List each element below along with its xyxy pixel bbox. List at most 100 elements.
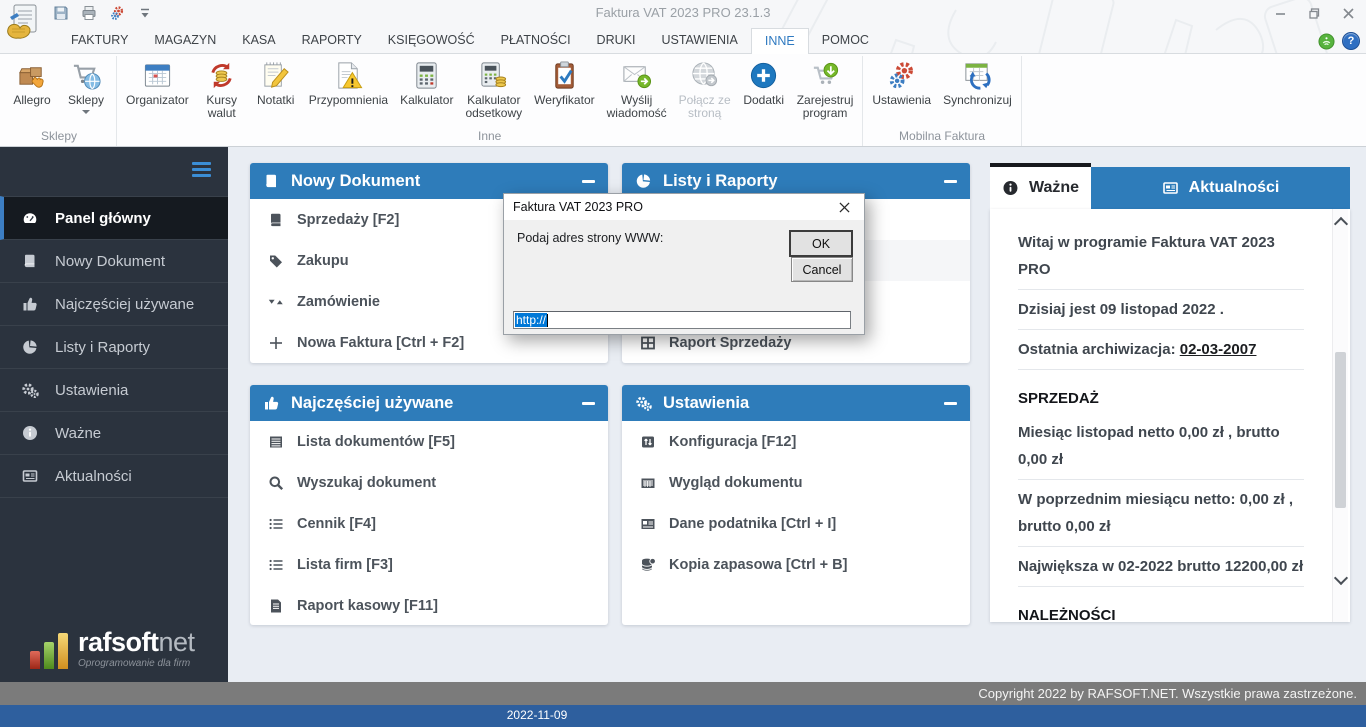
- sidebar-item-wazne[interactable]: Ważne: [0, 412, 228, 455]
- rafsoft-logo: rafsoftnet Oprogramowanie dla firm: [0, 618, 195, 680]
- verifier-icon: [549, 58, 580, 92]
- ok-button[interactable]: OK: [789, 230, 853, 257]
- scroll-up-icon[interactable]: [1333, 216, 1349, 232]
- tab-raporty[interactable]: RAPORTY: [289, 28, 375, 53]
- ribbon-item-label: Notatki: [257, 93, 295, 107]
- panel-item-label: Nowa Faktura [Ctrl + F2]: [297, 334, 465, 351]
- save-icon[interactable]: [52, 4, 70, 22]
- panel-item-lista-firm-f3[interactable]: Lista firm [F3]: [250, 544, 608, 585]
- ribbon-group-label: Sklepy: [40, 129, 78, 143]
- tab-faktury[interactable]: FAKTURY: [58, 28, 141, 53]
- panel-item-raport-kasowy-f11[interactable]: Raport kasowy [F11]: [250, 585, 608, 625]
- hamburger-menu-icon[interactable]: [192, 162, 211, 180]
- ribbon-item-label: Kalkulator: [400, 93, 454, 107]
- tab-label: Ważne: [1028, 179, 1080, 196]
- sidebar-item-panel-glowny[interactable]: Panel główny: [0, 196, 228, 240]
- sidebar-item-label: Listy i Raporty: [55, 338, 151, 356]
- backup-icon: [639, 556, 658, 573]
- tab-kasa[interactable]: KASA: [229, 28, 288, 53]
- pie-chart-icon: [21, 339, 40, 356]
- plus-icon: [267, 334, 286, 351]
- tab-inne[interactable]: INNE: [750, 28, 809, 54]
- tab-ustawienia[interactable]: USTAWIENIA: [648, 28, 750, 53]
- grid-icon: [639, 334, 658, 351]
- collapse-icon[interactable]: [582, 401, 595, 405]
- sidebar-item-ustawienia[interactable]: Ustawienia: [0, 369, 228, 412]
- status-bar: 2022-11-09: [0, 705, 1366, 727]
- scroll-down-icon[interactable]: [1333, 570, 1349, 586]
- sidebar-item-nowy-dokument[interactable]: Nowy Dokument: [0, 240, 228, 283]
- window-controls: [1270, 4, 1358, 22]
- tag-icon: [267, 252, 286, 269]
- collapse-icon[interactable]: [944, 179, 957, 183]
- ribbon-kalkulator[interactable]: Kalkulator: [394, 56, 459, 107]
- ribbon-weryfikator[interactable]: Weryfikator: [528, 56, 600, 107]
- cancel-button[interactable]: Cancel: [791, 257, 853, 282]
- sidebar-item-label: Ustawienia: [55, 381, 129, 399]
- collapse-icon[interactable]: [582, 179, 595, 183]
- sidebar-item-label: Ważne: [55, 424, 102, 442]
- dialog-close-icon[interactable]: [824, 194, 864, 220]
- customize-toolbar-icon[interactable]: [136, 4, 154, 22]
- collapse-icon[interactable]: [944, 401, 957, 405]
- ribbon-kursy-walut[interactable]: Kursy walut: [195, 56, 249, 120]
- panel-item-label: Dane podatnika [Ctrl + I]: [669, 515, 837, 532]
- allegro-icon: [17, 58, 48, 92]
- ribbon-sklepy[interactable]: Sklepy: [59, 56, 113, 114]
- ribbon-organizator[interactable]: Organizator: [120, 56, 195, 107]
- tab-ksiegowosc[interactable]: KSIĘGOWOŚĆ: [375, 28, 488, 53]
- ribbon: Allegro Sklepy Sklepy Organizator Kursy walu…: [0, 54, 1366, 147]
- info-entry: Witaj w programie Faktura VAT 2023 PRO: [1018, 223, 1304, 290]
- ribbon-allegro[interactable]: Allegro: [5, 56, 59, 107]
- tab-magazyn[interactable]: MAGAZYN: [141, 28, 229, 53]
- panel-item-dane-podatnika-ctrl-i[interactable]: Dane podatnika [Ctrl + I]: [622, 503, 970, 544]
- ribbon-notatki[interactable]: Notatki: [249, 56, 303, 107]
- tab-platnosci[interactable]: PŁATNOŚCI: [488, 28, 584, 53]
- scrollbar[interactable]: [1332, 209, 1349, 622]
- online-status-icon[interactable]: [1318, 32, 1335, 50]
- restore-window-icon[interactable]: [1304, 4, 1324, 22]
- ribbon-wyslij-wiadomosc[interactable]: Wyślij wiadomość: [601, 56, 673, 120]
- panel-item-wyszukaj-dokument[interactable]: Wyszukaj dokument: [250, 462, 608, 503]
- tab-aktualnosci[interactable]: Aktualności: [1091, 167, 1350, 209]
- ribbon-dodatki[interactable]: Dodatki: [737, 56, 791, 107]
- sidebar-item-aktualnosci[interactable]: Aktualności: [0, 455, 228, 498]
- close-window-icon[interactable]: [1338, 4, 1358, 22]
- print-icon[interactable]: [80, 4, 98, 22]
- sidebar-item-listy-i-raporty[interactable]: Listy i Raporty: [0, 326, 228, 369]
- panel-item-label: Konfiguracja [F12]: [669, 433, 797, 450]
- info-panel-tabs: Ważne Aktualności: [990, 163, 1350, 209]
- ribbon-przypomnienia[interactable]: Przypomnienia: [303, 56, 394, 107]
- ribbon-synchronizuj[interactable]: Synchronizuj: [937, 56, 1018, 107]
- tab-pomoc[interactable]: POMOC: [809, 28, 882, 53]
- settings-icon[interactable]: [108, 4, 126, 22]
- list-icon: [267, 556, 286, 573]
- tab-wazne[interactable]: Ważne: [990, 163, 1091, 209]
- panel-item-kopia-zapasowa-ctrl-b[interactable]: Kopia zapasowa [Ctrl + B]: [622, 544, 970, 585]
- sidebar-item-label: Aktualności: [55, 467, 132, 485]
- ribbon-ustawienia[interactable]: Ustawienia: [866, 56, 937, 107]
- minimize-window-icon[interactable]: [1270, 4, 1290, 22]
- ribbon-zarejestruj-program[interactable]: Zarejestruj program: [791, 56, 860, 120]
- panel-item-konfiguracja-f12[interactable]: Konfiguracja [F12]: [622, 421, 970, 462]
- www-address-input[interactable]: http://: [513, 311, 851, 329]
- sort-icon: [267, 293, 286, 310]
- ribbon-kalkulator-odsetkowy[interactable]: Kalkulator odsetkowy: [459, 56, 528, 120]
- archive-date-link[interactable]: 02-03-2007: [1180, 341, 1257, 358]
- mobile-settings-icon: [886, 58, 917, 92]
- help-icon[interactable]: ?: [1342, 32, 1360, 50]
- info-text: Witaj w programie Faktura VAT 2023 PRO: [1018, 234, 1275, 278]
- ribbon-item-label: Ustawienia: [872, 93, 932, 107]
- sidebar-item-najczesciej-uzywane[interactable]: Najczęściej używane: [0, 283, 228, 326]
- info-entry: Największa w 02-2022 brutto 12200,00 zł: [1018, 547, 1304, 587]
- sidebar-top: [0, 145, 228, 196]
- dialog-title: Faktura VAT 2023 PRO: [513, 200, 643, 214]
- logo-brand-light: net: [158, 627, 196, 657]
- dropdown-caret-icon: [82, 110, 90, 114]
- panel-item-wyglad-dokumentu[interactable]: Wygląd dokumentu: [622, 462, 970, 503]
- register-icon: [810, 58, 841, 92]
- tab-druki[interactable]: DRUKI: [584, 28, 649, 53]
- panel-item-lista-dokumentow-f5[interactable]: Lista dokumentów [F5]: [250, 421, 608, 462]
- panel-item-cennik-f4[interactable]: Cennik [F4]: [250, 503, 608, 544]
- scrollbar-thumb[interactable]: [1335, 352, 1346, 508]
